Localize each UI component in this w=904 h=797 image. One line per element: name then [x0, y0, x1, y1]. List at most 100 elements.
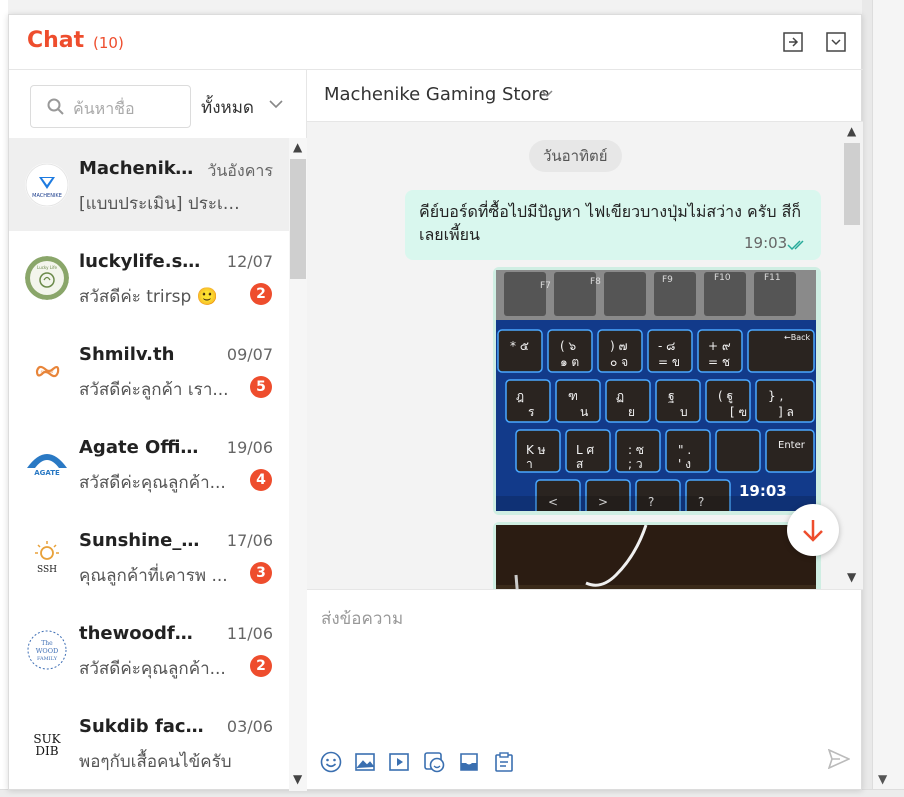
svg-text:Enter: Enter [778, 440, 806, 451]
scroll-down-icon[interactable]: ▼ [293, 772, 302, 786]
conversation-item[interactable]: Lucky Life luckylife.shop 12/07 สวัสดีค่… [9, 231, 289, 324]
scroll-to-bottom-button[interactable] [787, 504, 839, 556]
order-icon[interactable] [493, 751, 515, 773]
agate-avatar: AGATE [25, 442, 69, 486]
search-input[interactable]: ค้นหาชื่อ [30, 85, 191, 128]
search-placeholder: ค้นหาชื่อ [73, 99, 135, 118]
chevron-down-icon [269, 100, 283, 109]
scroll-up-icon[interactable]: ▲ [847, 124, 856, 138]
conversation-item[interactable]: SUKDIB Sukdib factory 03/06 พอๆกับเสื้อค… [9, 696, 289, 789]
luckylife-avatar: Lucky Life [25, 256, 69, 300]
image-message[interactable] [493, 522, 821, 589]
message-composer[interactable]: ส่งข้อความ [307, 589, 863, 791]
chevron-down-icon [541, 90, 553, 98]
conversation-item[interactable]: SHMILV Shmilv.th 09/07 สวัสดีค่ะลูกค้า เ… [9, 324, 289, 417]
conversation-preview: สวัสดีค่ะคุณลูกค้า... [79, 659, 226, 679]
message-bubble: คีย์บอร์ดที่ซื้อไปมีปัญหา ไฟเขียวบางปุ่ม… [405, 190, 821, 260]
svg-text:F9: F9 [662, 275, 673, 285]
svg-text:- ๘: - ๘ [658, 339, 675, 353]
chat-unread-count: (10) [93, 34, 124, 52]
svg-text:[ ฃ: [ ฃ [730, 405, 747, 419]
conversation-item[interactable]: MACHENIKE Machenike G... วันอังคาร [แบบป… [9, 138, 289, 231]
conversation-name: Agate Official ... [79, 437, 204, 458]
svg-text:= ข: = ข [658, 355, 680, 369]
filter-label: ทั้งหมด [201, 98, 254, 118]
shmilv-avatar: SHMILV [25, 349, 69, 393]
svg-text:L ศ: L ศ [576, 443, 595, 457]
svg-text:า: า [526, 457, 533, 471]
store-header[interactable]: Machenike Gaming Store [307, 70, 863, 122]
svg-text:AGATE: AGATE [34, 469, 60, 477]
page-scrollbar[interactable] [872, 0, 904, 797]
conversation-name: luckylife.shop [79, 251, 204, 272]
conversation-preview: พอๆกับเสื้อคนไข้ครับ [79, 752, 232, 772]
svg-text:ฑ: ฑ [568, 389, 578, 403]
woodfamily-avatar: The WOOD FAMILY [25, 628, 69, 672]
conversation-panel: ค้นหาชื่อ ทั้งหมด MACHENIKE Machenike G.… [9, 70, 307, 791]
conversation-preview: สวัสดีค่ะคุณลูกค้า... [79, 473, 226, 493]
conversation-item[interactable]: TheWOODFAMILY thewoodfamily... 11/06 สวั… [9, 603, 289, 696]
unread-badge: 2 [250, 655, 272, 677]
search-icon [47, 98, 64, 115]
conversation-date: 17/06 [226, 531, 273, 550]
scroll-up-icon[interactable]: ▲ [293, 140, 302, 154]
svg-text:Lucky Life: Lucky Life [37, 265, 57, 270]
svg-text:ย: ย [628, 405, 635, 419]
cable-photo [496, 525, 816, 589]
svg-text:+ ๙: + ๙ [708, 339, 731, 353]
scrollbar-thumb[interactable] [844, 143, 860, 225]
unread-badge: 4 [250, 469, 272, 491]
conversation-scrollbar[interactable]: ▲ ▼ [289, 138, 307, 791]
background-left [0, 0, 8, 797]
svg-text:DIB: DIB [35, 744, 58, 758]
svg-text:ฐ: ฐ [668, 389, 675, 403]
arrow-down-icon [803, 520, 823, 542]
unread-badge: 2 [250, 283, 272, 305]
page-scroll-down-icon[interactable]: ▼ [878, 772, 887, 786]
message-time: 19:03 [744, 234, 788, 252]
message-area: วันอาทิตย์ คีย์บอร์ดที่ซื้อไปมีปัญหา ไฟเ… [307, 122, 863, 589]
conversation-list: MACHENIKE Machenike G... วันอังคาร [แบบป… [9, 138, 289, 791]
conversation-item[interactable]: AGATE Agate Official ... 19/06 สวัสดีค่ะ… [9, 417, 289, 510]
conversation-date: 09/07 [226, 345, 273, 364]
expand-window-icon[interactable] [783, 32, 803, 52]
store-name: Machenike Gaming Store [324, 84, 550, 105]
conversation-name: Machenike G... [79, 158, 204, 179]
svg-text:น: น [580, 405, 588, 419]
conversation-item[interactable]: SSH Sunshine_Hom... 17/06 คุณลูกค้าที่เค… [9, 510, 289, 603]
svg-text:] ล: ] ล [778, 405, 794, 419]
emoji-icon[interactable] [320, 751, 342, 773]
image-upload-icon[interactable] [354, 751, 376, 773]
svg-text:; ว: ; ว [628, 457, 643, 471]
svg-text:' ง: ' ง [678, 457, 691, 471]
filter-dropdown[interactable]: ทั้งหมด [201, 94, 283, 121]
product-icon[interactable] [458, 751, 480, 773]
svg-text:F10: F10 [714, 273, 731, 283]
chat-window: Chat (10) ค้นหาชื่อ ทั้งหมด MACHENIKE Ma… [8, 14, 863, 791]
svg-text:ร: ร [528, 405, 535, 419]
svg-text:๐ จ: ๐ จ [610, 355, 628, 369]
conversation-date: วันอังคาร [207, 161, 273, 180]
conversation-preview: [แบบประเมิน] ประเมิน... [79, 194, 249, 214]
conversation-date: 12/07 [226, 252, 273, 271]
sticker-icon[interactable] [423, 751, 445, 773]
svg-text:K ษ: K ษ [526, 443, 546, 457]
send-icon[interactable] [828, 749, 850, 769]
image-time: 19:03 [739, 482, 787, 500]
image-message[interactable]: F7 F8 F9 F10 F11 * ๕ (๖) ๗ - ๘ + ๙ ←Ba… [493, 267, 821, 515]
svg-text:บ: บ [680, 405, 688, 419]
read-ticks-icon [787, 240, 804, 251]
chat-panel: Machenike Gaming Store วันอาทิตย์ คีย์บอ… [307, 70, 863, 791]
scroll-down-icon[interactable]: ▼ [847, 570, 856, 584]
scrollbar-thumb[interactable] [290, 159, 306, 279]
svg-text:= ช: = ช [708, 355, 730, 369]
svg-text:( ฐู: ( ฐู [718, 389, 733, 404]
svg-text:The: The [41, 640, 53, 647]
message-scrollbar[interactable]: ▲ ▼ [843, 122, 861, 589]
minimize-chat-icon[interactable] [826, 32, 846, 52]
chat-header: Chat (10) [9, 15, 863, 70]
video-upload-icon[interactable] [388, 751, 410, 773]
svg-text:ฎ: ฎ [516, 389, 524, 403]
conversation-preview: คุณลูกค้าที่เคารพ ... [79, 566, 228, 586]
svg-text:SHMILV: SHMILV [41, 370, 54, 374]
